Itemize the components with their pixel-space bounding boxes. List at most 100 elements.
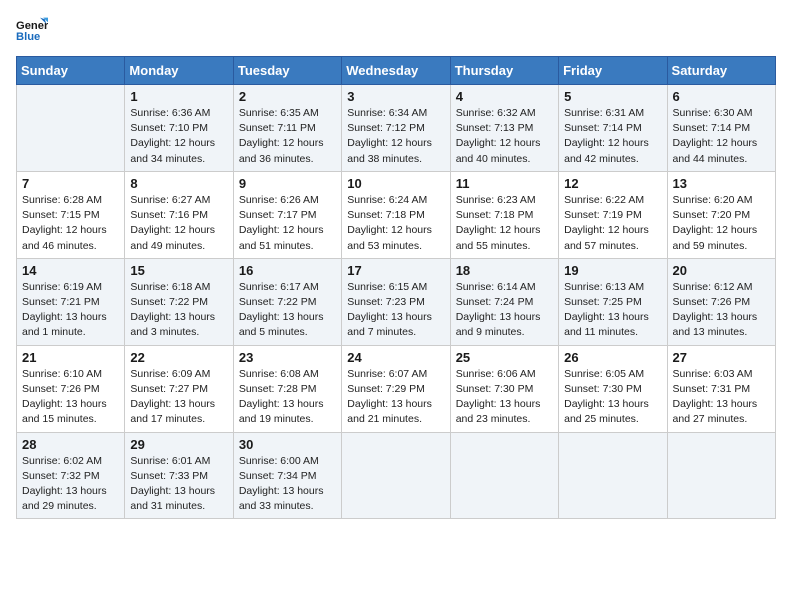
day-info: Sunrise: 6:02 AMSunset: 7:32 PMDaylight:… (22, 454, 119, 515)
day-number: 30 (239, 437, 336, 452)
day-info: Sunrise: 6:32 AMSunset: 7:13 PMDaylight:… (456, 106, 553, 167)
calendar-cell: 15 Sunrise: 6:18 AMSunset: 7:22 PMDayligh… (125, 258, 233, 345)
calendar-cell: 7 Sunrise: 6:28 AMSunset: 7:15 PMDaylight… (17, 171, 125, 258)
calendar-cell: 25 Sunrise: 6:06 AMSunset: 7:30 PMDayligh… (450, 345, 558, 432)
day-info: Sunrise: 6:24 AMSunset: 7:18 PMDaylight:… (347, 193, 444, 254)
day-info: Sunrise: 6:17 AMSunset: 7:22 PMDaylight:… (239, 280, 336, 341)
calendar-cell: 19 Sunrise: 6:13 AMSunset: 7:25 PMDayligh… (559, 258, 667, 345)
weekday-header: Friday (559, 57, 667, 85)
calendar-header-row: SundayMondayTuesdayWednesdayThursdayFrid… (17, 57, 776, 85)
logo-icon: General Blue (16, 16, 48, 44)
day-info: Sunrise: 6:27 AMSunset: 7:16 PMDaylight:… (130, 193, 227, 254)
calendar-cell: 14 Sunrise: 6:19 AMSunset: 7:21 PMDayligh… (17, 258, 125, 345)
day-info: Sunrise: 6:06 AMSunset: 7:30 PMDaylight:… (456, 367, 553, 428)
day-number: 20 (673, 263, 770, 278)
logo: General Blue (16, 16, 52, 44)
calendar-cell: 13 Sunrise: 6:20 AMSunset: 7:20 PMDayligh… (667, 171, 775, 258)
day-number: 19 (564, 263, 661, 278)
day-info: Sunrise: 6:13 AMSunset: 7:25 PMDaylight:… (564, 280, 661, 341)
weekday-header: Thursday (450, 57, 558, 85)
day-info: Sunrise: 6:07 AMSunset: 7:29 PMDaylight:… (347, 367, 444, 428)
calendar-cell: 22 Sunrise: 6:09 AMSunset: 7:27 PMDayligh… (125, 345, 233, 432)
day-info: Sunrise: 6:22 AMSunset: 7:19 PMDaylight:… (564, 193, 661, 254)
calendar-cell: 9Sunrise: 6:26 AMSunset: 7:17 PMDaylight… (233, 171, 341, 258)
day-info: Sunrise: 6:08 AMSunset: 7:28 PMDaylight:… (239, 367, 336, 428)
day-info: Sunrise: 6:09 AMSunset: 7:27 PMDaylight:… (130, 367, 227, 428)
calendar-cell: 12 Sunrise: 6:22 AMSunset: 7:19 PMDayligh… (559, 171, 667, 258)
day-number: 12 (564, 176, 661, 191)
day-number: 27 (673, 350, 770, 365)
calendar-cell: 4 Sunrise: 6:32 AMSunset: 7:13 PMDaylight… (450, 85, 558, 172)
calendar-cell (667, 432, 775, 519)
calendar-cell: 2 Sunrise: 6:35 AMSunset: 7:11 PMDaylight… (233, 85, 341, 172)
day-number: 23 (239, 350, 336, 365)
day-number: 28 (22, 437, 119, 452)
day-number: 11 (456, 176, 553, 191)
day-number: 1 (130, 89, 227, 104)
calendar-cell: 30Sunrise: 6:00 AMSunset: 7:34 PMDayligh… (233, 432, 341, 519)
weekday-header: Tuesday (233, 57, 341, 85)
day-number: 16 (239, 263, 336, 278)
weekday-header: Sunday (17, 57, 125, 85)
day-number: 3 (347, 89, 444, 104)
day-number: 17 (347, 263, 444, 278)
day-number: 21 (22, 350, 119, 365)
day-info: Sunrise: 6:19 AMSunset: 7:21 PMDaylight:… (22, 280, 119, 341)
calendar-cell: 11 Sunrise: 6:23 AMSunset: 7:18 PMDayligh… (450, 171, 558, 258)
day-number: 25 (456, 350, 553, 365)
calendar-cell: 29Sunrise: 6:01 AMSunset: 7:33 PMDayligh… (125, 432, 233, 519)
calendar-cell: 23 Sunrise: 6:08 AMSunset: 7:28 PMDayligh… (233, 345, 341, 432)
calendar-cell: 20 Sunrise: 6:12 AMSunset: 7:26 PMDayligh… (667, 258, 775, 345)
weekday-header: Saturday (667, 57, 775, 85)
calendar-week-row: 14 Sunrise: 6:19 AMSunset: 7:21 PMDayligh… (17, 258, 776, 345)
day-number: 22 (130, 350, 227, 365)
day-info: Sunrise: 6:10 AMSunset: 7:26 PMDaylight:… (22, 367, 119, 428)
day-info: Sunrise: 6:23 AMSunset: 7:18 PMDaylight:… (456, 193, 553, 254)
calendar-cell: 24 Sunrise: 6:07 AMSunset: 7:29 PMDayligh… (342, 345, 450, 432)
day-info: Sunrise: 6:31 AMSunset: 7:14 PMDaylight:… (564, 106, 661, 167)
page-header: General Blue (16, 16, 776, 44)
calendar-cell: 6Sunrise: 6:30 AMSunset: 7:14 PMDaylight… (667, 85, 775, 172)
calendar-cell: 21 Sunrise: 6:10 AMSunset: 7:26 PMDayligh… (17, 345, 125, 432)
calendar-week-row: 7 Sunrise: 6:28 AMSunset: 7:15 PMDaylight… (17, 171, 776, 258)
calendar-cell (559, 432, 667, 519)
calendar-cell: 1Sunrise: 6:36 AMSunset: 7:10 PMDaylight… (125, 85, 233, 172)
day-info: Sunrise: 6:14 AMSunset: 7:24 PMDaylight:… (456, 280, 553, 341)
day-number: 4 (456, 89, 553, 104)
day-info: Sunrise: 6:20 AMSunset: 7:20 PMDaylight:… (673, 193, 770, 254)
day-number: 2 (239, 89, 336, 104)
day-number: 10 (347, 176, 444, 191)
calendar-week-row: 1Sunrise: 6:36 AMSunset: 7:10 PMDaylight… (17, 85, 776, 172)
calendar-week-row: 28 Sunrise: 6:02 AMSunset: 7:32 PMDayligh… (17, 432, 776, 519)
weekday-header: Wednesday (342, 57, 450, 85)
day-info: Sunrise: 6:12 AMSunset: 7:26 PMDaylight:… (673, 280, 770, 341)
calendar-cell: 27Sunrise: 6:03 AMSunset: 7:31 PMDayligh… (667, 345, 775, 432)
day-number: 26 (564, 350, 661, 365)
day-info: Sunrise: 6:28 AMSunset: 7:15 PMDaylight:… (22, 193, 119, 254)
calendar-cell: 18 Sunrise: 6:14 AMSunset: 7:24 PMDayligh… (450, 258, 558, 345)
day-info: Sunrise: 6:05 AMSunset: 7:30 PMDaylight:… (564, 367, 661, 428)
day-number: 13 (673, 176, 770, 191)
day-number: 14 (22, 263, 119, 278)
day-number: 18 (456, 263, 553, 278)
calendar-cell: 5Sunrise: 6:31 AMSunset: 7:14 PMDaylight… (559, 85, 667, 172)
calendar-cell (17, 85, 125, 172)
calendar-week-row: 21 Sunrise: 6:10 AMSunset: 7:26 PMDayligh… (17, 345, 776, 432)
day-info: Sunrise: 6:18 AMSunset: 7:22 PMDaylight:… (130, 280, 227, 341)
calendar-cell: 16 Sunrise: 6:17 AMSunset: 7:22 PMDayligh… (233, 258, 341, 345)
calendar-cell: 26 Sunrise: 6:05 AMSunset: 7:30 PMDayligh… (559, 345, 667, 432)
day-info: Sunrise: 6:35 AMSunset: 7:11 PMDaylight:… (239, 106, 336, 167)
calendar-cell: 10 Sunrise: 6:24 AMSunset: 7:18 PMDayligh… (342, 171, 450, 258)
calendar-cell (342, 432, 450, 519)
calendar-cell: 28 Sunrise: 6:02 AMSunset: 7:32 PMDayligh… (17, 432, 125, 519)
weekday-header: Monday (125, 57, 233, 85)
day-number: 24 (347, 350, 444, 365)
calendar-cell: 3 Sunrise: 6:34 AMSunset: 7:12 PMDaylight… (342, 85, 450, 172)
calendar-cell (450, 432, 558, 519)
day-number: 15 (130, 263, 227, 278)
day-number: 7 (22, 176, 119, 191)
calendar-cell: 17Sunrise: 6:15 AMSunset: 7:23 PMDayligh… (342, 258, 450, 345)
day-info: Sunrise: 6:30 AMSunset: 7:14 PMDaylight:… (673, 106, 770, 167)
day-info: Sunrise: 6:34 AMSunset: 7:12 PMDaylight:… (347, 106, 444, 167)
day-number: 9 (239, 176, 336, 191)
